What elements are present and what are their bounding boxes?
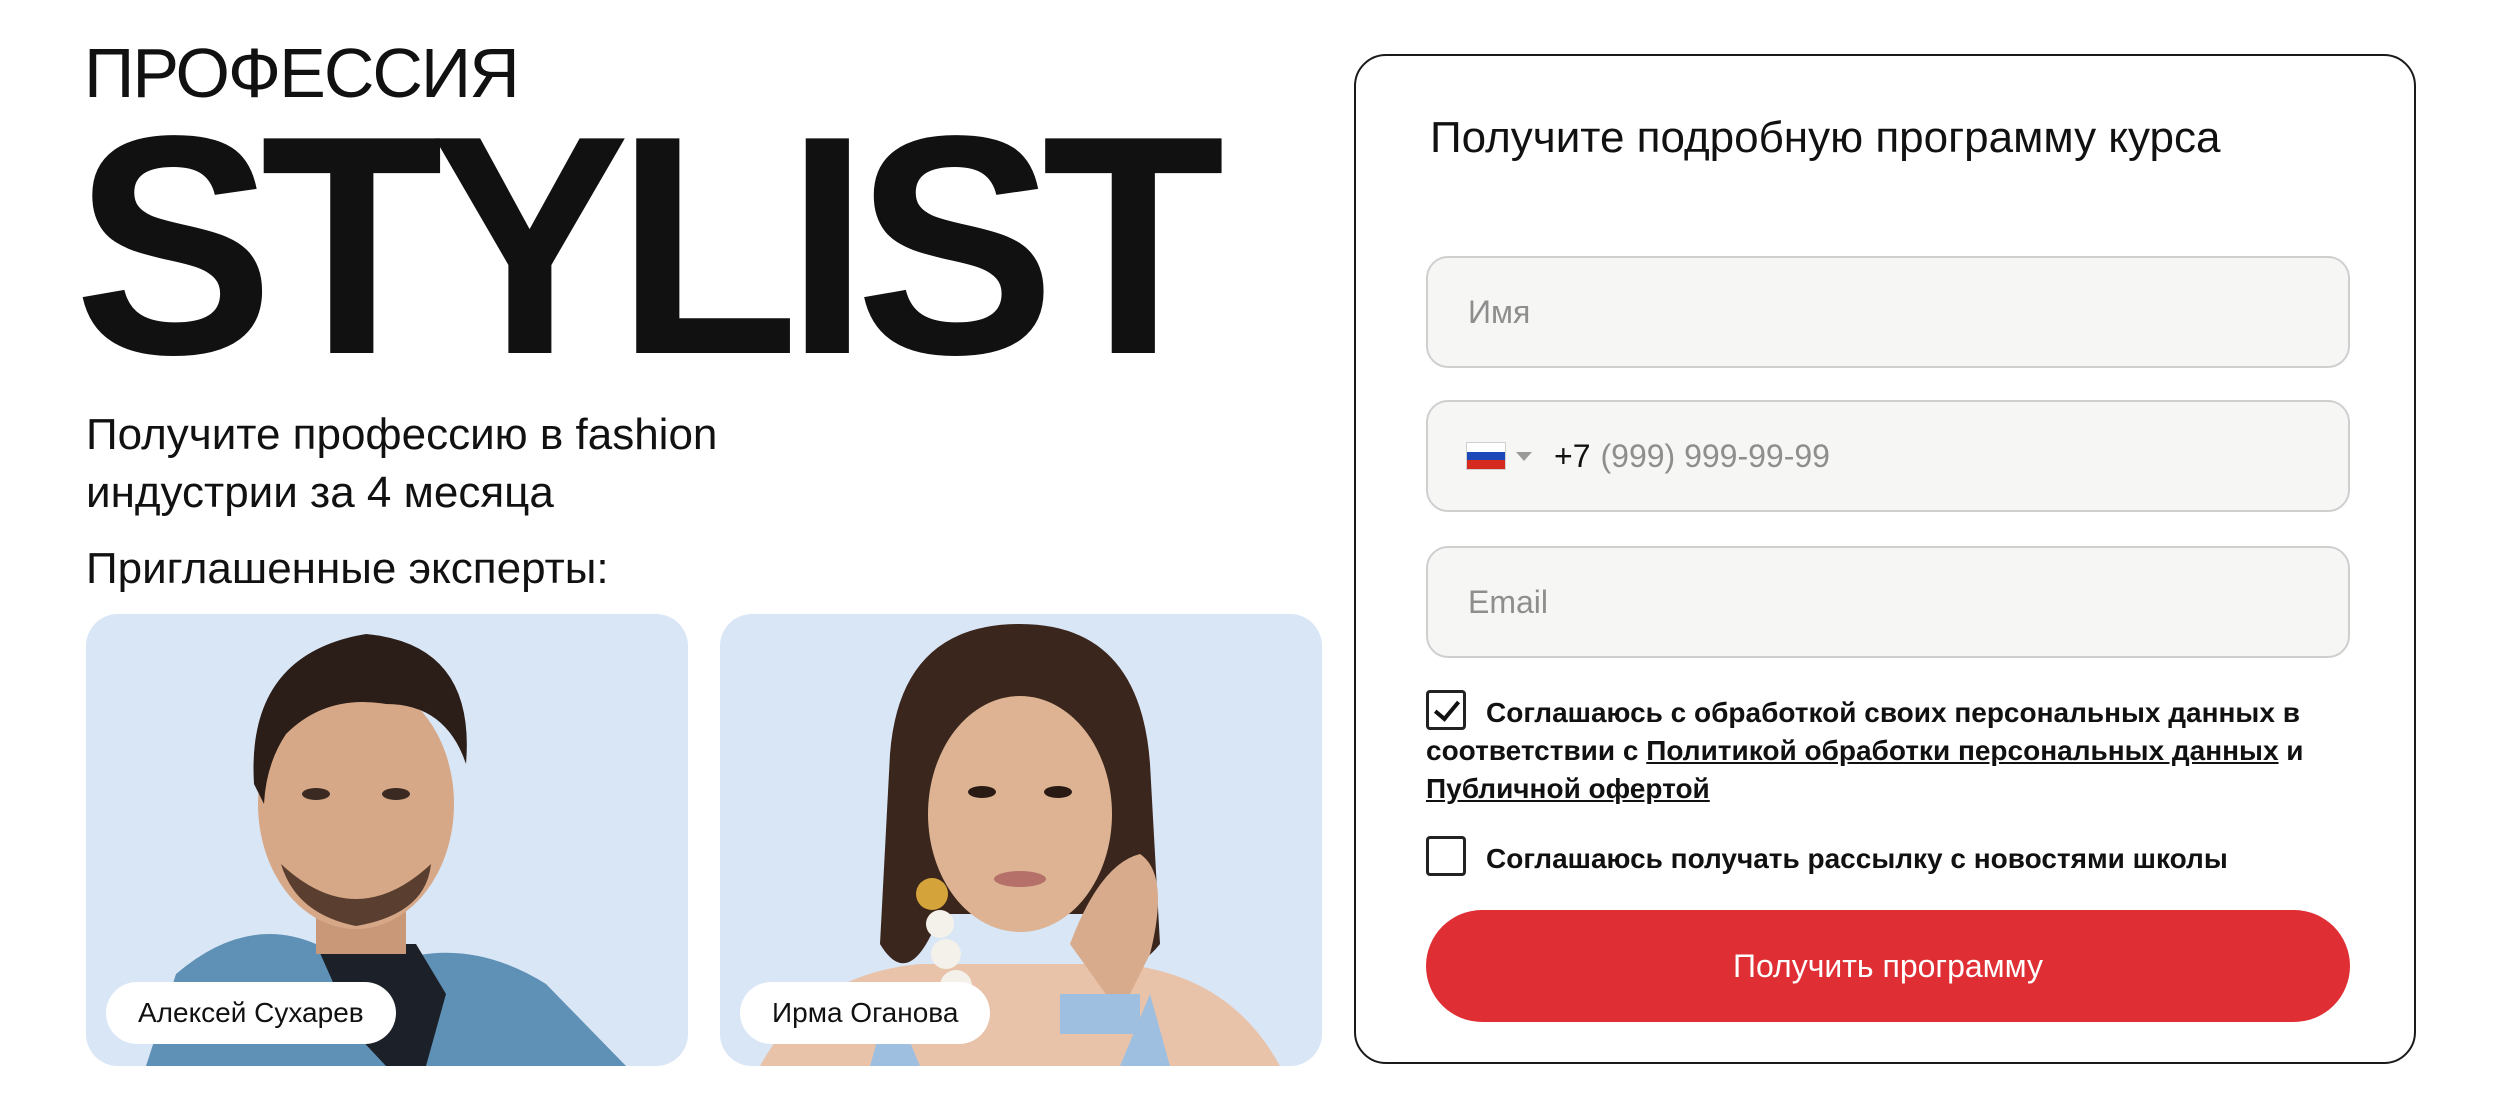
phone-input[interactable]	[1600, 437, 2348, 475]
consent-personal-data: Соглашаюсь с обработкой своих персональн…	[1426, 690, 2366, 808]
privacy-policy-link[interactable]: Политикой обработки персональных данных	[1646, 735, 2278, 766]
consent-newsletter-text: Соглашаюсь получать рассылку с новостями…	[1486, 843, 2228, 874]
public-offer-link[interactable]: Публичной офертой	[1426, 773, 1710, 804]
form-title: Получите подробную программу курса	[1430, 113, 2221, 162]
consent-newsletter-checkbox[interactable]	[1426, 836, 1466, 876]
hero-title: STYLIST	[74, 72, 1225, 420]
email-field[interactable]	[1426, 546, 2350, 658]
phone-field[interactable]: +7	[1426, 400, 2350, 512]
expert-card: Ирма Оганова	[720, 614, 1322, 1066]
experts-heading: Приглашенные эксперты:	[86, 544, 609, 593]
consent-personal-checkbox[interactable]	[1426, 690, 1466, 730]
consent-personal-conjunction: и	[2278, 735, 2304, 766]
email-input[interactable]	[1468, 583, 2348, 621]
expert-name: Алексей Сухарев	[106, 982, 396, 1044]
chevron-down-icon[interactable]	[1516, 451, 1532, 461]
expert-card: Алексей Сухарев	[86, 614, 688, 1066]
consent-newsletter: Соглашаюсь получать рассылку с новостями…	[1426, 836, 2366, 878]
name-input[interactable]	[1468, 293, 2348, 331]
phone-dial-code: +7	[1554, 437, 1591, 474]
name-field[interactable]	[1426, 256, 2350, 368]
get-program-button[interactable]: Получить программу	[1426, 910, 2350, 1022]
lead-form: Получите подробную программу курса +7 Со…	[1354, 54, 2416, 1064]
hero-subtitle: Получите профессию в fashion индустрии з…	[86, 406, 806, 522]
ru-flag-icon[interactable]	[1466, 442, 1506, 470]
hero-subtitle-line-1: Получите профессию в fashion	[86, 410, 718, 459]
expert-name: Ирма Оганова	[740, 982, 991, 1044]
landing-page: ПРОФЕССИЯ STYLIST Получите профессию в f…	[0, 0, 2498, 1102]
hero-subtitle-line-2: индустрии за 4 месяца	[86, 468, 554, 517]
